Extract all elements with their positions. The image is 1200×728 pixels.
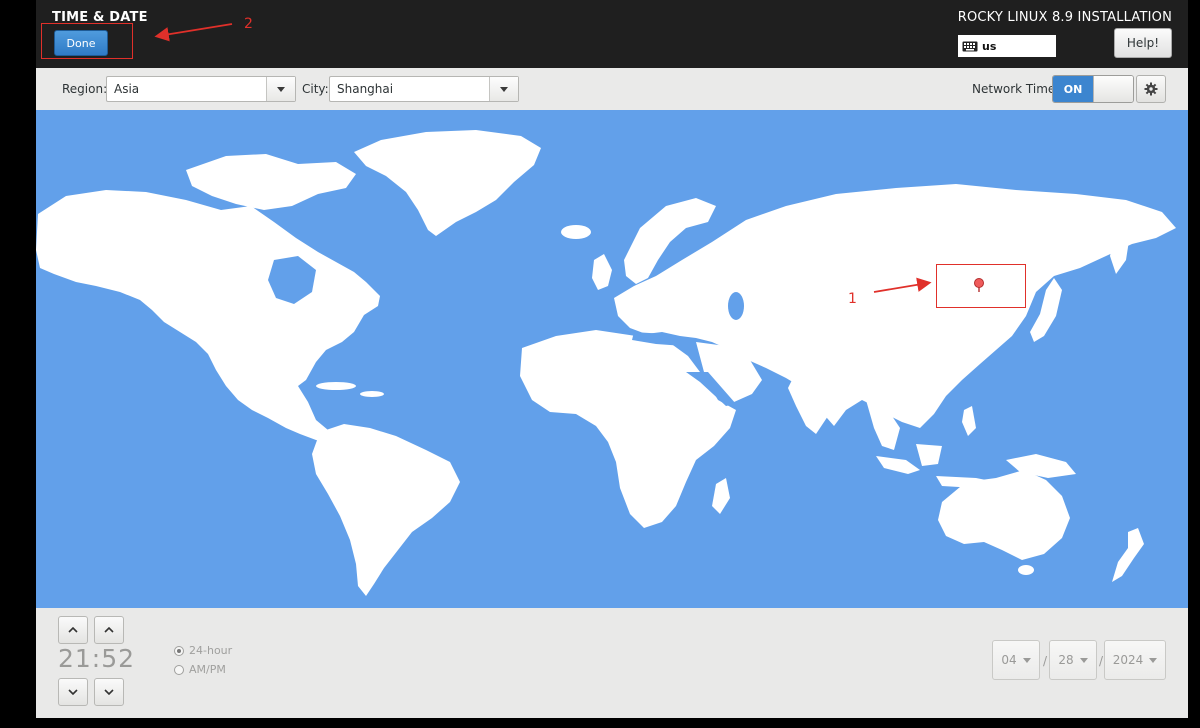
region-value: Asia: [114, 82, 140, 96]
chevron-down-icon: [104, 689, 114, 695]
region-dropdown-button[interactable]: [266, 77, 295, 101]
product-title: ROCKY LINUX 8.9 INSTALLATION: [957, 10, 1172, 25]
radio-24h[interactable]: [174, 645, 184, 656]
chevron-down-icon: [1149, 657, 1158, 663]
region-label: Region:: [62, 82, 108, 96]
greenland: [354, 130, 541, 236]
chevron-down-icon: [277, 86, 285, 92]
day-value: 28: [1058, 653, 1074, 667]
done-button[interactable]: Done: [54, 30, 108, 56]
timezone-map[interactable]: [36, 110, 1188, 608]
chevron-down-icon: [68, 689, 78, 695]
city-label: City:: [302, 82, 329, 96]
arctic-islands: [186, 154, 356, 210]
hour-down-button[interactable]: [58, 678, 88, 706]
installer-window: TIME & DATE Done ROCKY LINUX 8.9 INSTALL…: [36, 0, 1188, 718]
date-separator: /: [1099, 654, 1104, 668]
network-time-switch[interactable]: ON: [1052, 75, 1134, 103]
format-24h-label: 24-hour: [189, 644, 233, 657]
time-display: 21:52: [58, 644, 136, 673]
keyboard-layout-label: us: [982, 39, 997, 53]
screen-title: TIME & DATE: [52, 10, 148, 25]
help-button[interactable]: Help!: [1114, 28, 1172, 58]
continents: [36, 130, 1176, 596]
month-combobox[interactable]: 04: [992, 640, 1040, 680]
city-value: Shanghai: [337, 82, 394, 96]
city-dropdown-button[interactable]: [489, 77, 518, 101]
year-value: 2024: [1112, 653, 1144, 667]
chevron-down-icon: [1079, 657, 1088, 663]
format-24h-option[interactable]: 24-hour: [174, 644, 232, 657]
region-combobox[interactable]: Asia: [106, 76, 296, 102]
chevron-up-icon: [104, 627, 114, 633]
city-combobox[interactable]: Shanghai: [329, 76, 519, 102]
keyboard-icon: [962, 41, 978, 51]
keyboard-layout-indicator[interactable]: us: [958, 35, 1056, 57]
ntp-settings-button[interactable]: [1136, 75, 1166, 103]
hour-up-button[interactable]: [58, 616, 88, 644]
network-time-on-label: ON: [1053, 76, 1093, 102]
header-bar: TIME & DATE Done ROCKY LINUX 8.9 INSTALL…: [36, 0, 1188, 68]
year-combobox[interactable]: 2024: [1104, 640, 1166, 680]
timezone-toolbar: Region: Asia City: Shanghai Network Time…: [36, 68, 1188, 111]
format-ampm-option[interactable]: AM/PM: [174, 663, 226, 676]
network-time-label: Network Time: [972, 82, 1056, 96]
chevron-down-icon: [1022, 657, 1031, 663]
minute-up-button[interactable]: [94, 616, 124, 644]
date-separator: /: [1043, 654, 1048, 668]
north-america: [36, 190, 380, 444]
chevron-up-icon: [68, 627, 78, 633]
world-map[interactable]: [36, 110, 1188, 608]
gear-icon: [1144, 82, 1158, 96]
radio-ampm[interactable]: [174, 664, 184, 675]
switch-knob[interactable]: [1093, 76, 1133, 102]
day-combobox[interactable]: 28: [1049, 640, 1097, 680]
south-america: [312, 424, 460, 596]
time-date-controls: 21:52 24-hour AM/PM 04 / 28 / 2024: [36, 608, 1188, 718]
format-ampm-label: AM/PM: [189, 663, 226, 676]
month-value: 04: [1001, 653, 1017, 667]
chevron-down-icon: [500, 86, 508, 92]
minute-down-button[interactable]: [94, 678, 124, 706]
